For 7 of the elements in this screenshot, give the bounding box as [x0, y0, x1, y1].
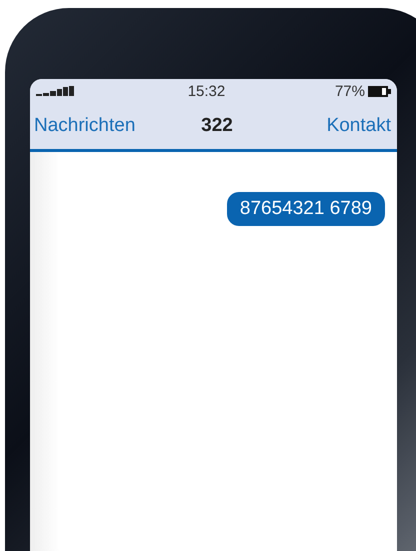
back-link[interactable]: Nachrichten: [34, 115, 136, 137]
conversation-title: 322: [201, 115, 233, 137]
message-bubble: 87654321 6789: [226, 192, 385, 226]
contact-link[interactable]: Kontakt: [326, 115, 391, 137]
battery-icon: [368, 86, 391, 96]
battery-percentage: 77%: [334, 82, 365, 100]
status-time: 15:32: [188, 82, 226, 100]
